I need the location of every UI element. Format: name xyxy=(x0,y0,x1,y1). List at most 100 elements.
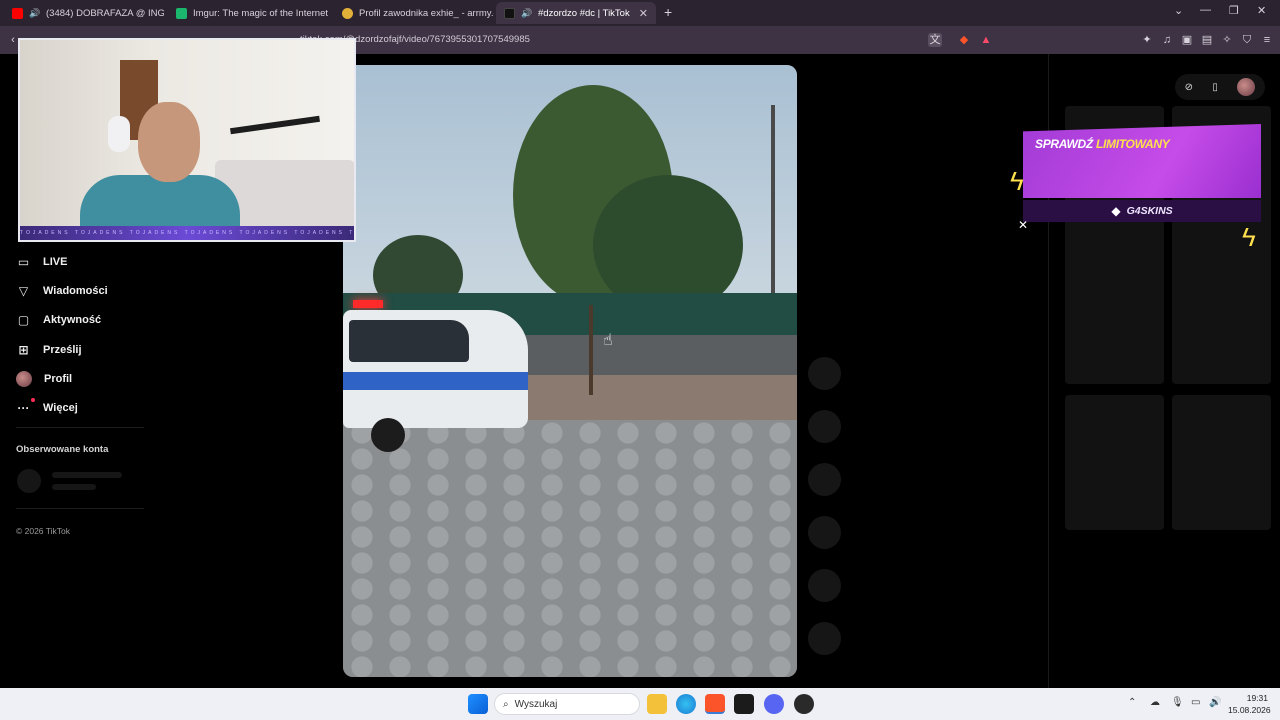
ad-title-highlight: LIMITOWANY xyxy=(1095,137,1170,151)
headset-icon xyxy=(108,116,130,152)
sidebar-item-label: Aktywność xyxy=(43,313,102,326)
translate-icon[interactable]: 文 xyxy=(928,33,942,47)
comment-button[interactable] xyxy=(808,410,841,443)
brave-shield-icon[interactable]: ◆ xyxy=(957,33,971,47)
sidebar-item-label: Profil xyxy=(44,373,73,385)
ad-brand: G4SKINS xyxy=(1126,205,1173,217)
windows-taskbar: ⌕ Wyszukaj ⌃ ☁ 🎙 ▭ 🔊 19:31 15.08.2026 xyxy=(0,688,1280,720)
activity-icon: ▢ xyxy=(17,312,30,327)
bookmark-button[interactable] xyxy=(808,463,841,496)
cursor-hand-icon: ☝ xyxy=(603,332,613,349)
sidebar-item-label: LIVE xyxy=(43,255,68,268)
sidebar-item-messages[interactable]: ▽ Wiadomości xyxy=(16,283,108,298)
sidebar-item-more[interactable]: ··· Więcej xyxy=(16,398,78,415)
van-wheel xyxy=(371,418,405,452)
avatar[interactable] xyxy=(1237,78,1256,96)
lightning-icon: ϟ xyxy=(1010,166,1024,196)
tab-imgur[interactable]: Imgur: The magic of the Internet xyxy=(168,2,330,24)
speaker-icon: 🔊 xyxy=(29,7,41,18)
maximize-button[interactable]: ❐ xyxy=(1229,4,1239,17)
discord-icon[interactable] xyxy=(764,694,784,714)
skeleton-avatar xyxy=(17,469,41,493)
shield-icon xyxy=(342,7,353,19)
tab-youtube[interactable]: 🔊 (3484) DOBRAFAZA @ ING SILES xyxy=(4,2,164,24)
new-tab-button[interactable]: + xyxy=(664,4,672,20)
leo-icon[interactable]: ✧ xyxy=(1220,33,1234,47)
tab-arrmy[interactable]: Profil zawodnika exhie_ - arrmy.gg xyxy=(334,2,494,24)
copyright: © 2026 TikTok xyxy=(16,526,70,536)
video-curb xyxy=(493,375,797,425)
g4skins-ad[interactable]: SPRAWDŹ LIMITOWANY ◆ G4SKINS xyxy=(1023,124,1261,222)
vpn-icon[interactable]: ⛉ xyxy=(1240,33,1254,47)
sidebar-item-live[interactable]: ▭ LIVE xyxy=(16,254,68,269)
sidebar-item-profile[interactable]: Profil xyxy=(16,371,72,387)
chevron-down-icon[interactable]: ⌄ xyxy=(1174,4,1183,17)
speaker-icon: 🔊 xyxy=(521,7,533,18)
app-icon[interactable] xyxy=(734,694,754,714)
tiktok-icon xyxy=(504,7,515,19)
sidebar-item-activity[interactable]: ▢ Aktywność xyxy=(16,312,101,327)
tab-tiktok[interactable]: 🔊 #dzordzo #dc | TikTok ✕ xyxy=(496,2,656,24)
chevron-up-icon[interactable]: ⌃ xyxy=(1128,697,1136,708)
sidebar-item-label: Wiadomości xyxy=(43,284,108,297)
extensions-icon[interactable]: ✦ xyxy=(1140,33,1154,47)
wallet-icon[interactable]: ▤ xyxy=(1200,33,1214,47)
sound-button[interactable] xyxy=(808,622,841,655)
rewards-icon[interactable]: ▲ xyxy=(979,33,993,47)
like-button[interactable] xyxy=(808,357,841,390)
file-explorer-icon[interactable] xyxy=(647,694,667,714)
music-icon[interactable]: ♫ xyxy=(1160,33,1174,47)
following-title: Obserwowane konta xyxy=(16,444,109,455)
video-player[interactable] xyxy=(343,65,797,677)
edge-icon[interactable] xyxy=(676,694,696,714)
mic-icon[interactable]: 🎙 xyxy=(1171,697,1184,708)
video-card[interactable] xyxy=(1172,395,1271,530)
start-icon[interactable] xyxy=(468,694,488,714)
ad-title-main: SPRAWDŹ xyxy=(1035,137,1093,151)
video-tree-trunk xyxy=(589,305,593,395)
top-right-actions: ⊘ ▯ xyxy=(1175,74,1265,100)
ad-footer: ◆ G4SKINS xyxy=(1023,200,1261,222)
network-icon[interactable]: ▭ xyxy=(1191,697,1200,708)
clock-date: 15.08.2026 xyxy=(1228,705,1271,715)
video-card[interactable] xyxy=(1065,395,1164,530)
avatar xyxy=(16,371,32,387)
tab-title: Profil zawodnika exhie_ - arrmy.gg xyxy=(359,7,494,19)
lightning-icon: ϟ xyxy=(1242,222,1256,252)
sparkle-icon: ✕ xyxy=(1018,218,1029,232)
sidebar-item-upload[interactable]: ⊞ Prześlij xyxy=(16,342,81,357)
compass-icon[interactable]: ⊘ xyxy=(1185,82,1193,93)
notification-dot xyxy=(31,398,35,402)
browser-tab-bar: 🔊 (3484) DOBRAFAZA @ ING SILES Imgur: Th… xyxy=(0,0,1280,26)
divider xyxy=(16,508,144,509)
cloud-icon[interactable]: ☁ xyxy=(1150,697,1160,708)
ad-title: SPRAWDŹ LIMITOWANY xyxy=(1035,137,1170,151)
close-window-button[interactable]: ✕ xyxy=(1257,4,1266,17)
menu-icon[interactable]: ≡ xyxy=(1260,33,1274,47)
send-icon: ▽ xyxy=(18,283,29,298)
system-clock[interactable]: 19:31 15.08.2026 xyxy=(1228,692,1271,716)
volume-icon[interactable]: 🔊 xyxy=(1209,697,1221,708)
obs-icon[interactable] xyxy=(794,694,814,714)
siren-light xyxy=(353,300,383,308)
tab-title: Imgur: The magic of the Internet xyxy=(193,7,329,19)
video-pole xyxy=(771,105,775,295)
close-icon[interactable]: ✕ xyxy=(639,7,648,20)
brave-icon[interactable] xyxy=(705,694,725,714)
sidebar-icon[interactable]: ▣ xyxy=(1180,33,1194,47)
skeleton-line xyxy=(52,472,122,478)
sidebar-item-label: Więcej xyxy=(43,401,78,414)
minimize-button[interactable]: — xyxy=(1200,4,1211,16)
repost-button[interactable] xyxy=(808,569,841,602)
webcam-person-head xyxy=(138,102,200,182)
webcam-strip: TOJADENS TOJADENS TOJADENS TOJADENS TOJA… xyxy=(20,226,354,240)
clock-time: 19:31 xyxy=(1246,693,1268,703)
tab-title: #dzordzo #dc | TikTok xyxy=(538,7,630,19)
van-stripe xyxy=(343,372,528,390)
taskbar-search[interactable]: ⌕ Wyszukaj xyxy=(494,693,640,715)
phone-icon[interactable]: ▯ xyxy=(1212,82,1218,93)
live-icon: ▭ xyxy=(17,254,30,269)
van-windshield xyxy=(349,320,469,362)
webcam-overlay: TOJADENS TOJADENS TOJADENS TOJADENS TOJA… xyxy=(18,38,356,242)
share-button[interactable] xyxy=(808,516,841,549)
